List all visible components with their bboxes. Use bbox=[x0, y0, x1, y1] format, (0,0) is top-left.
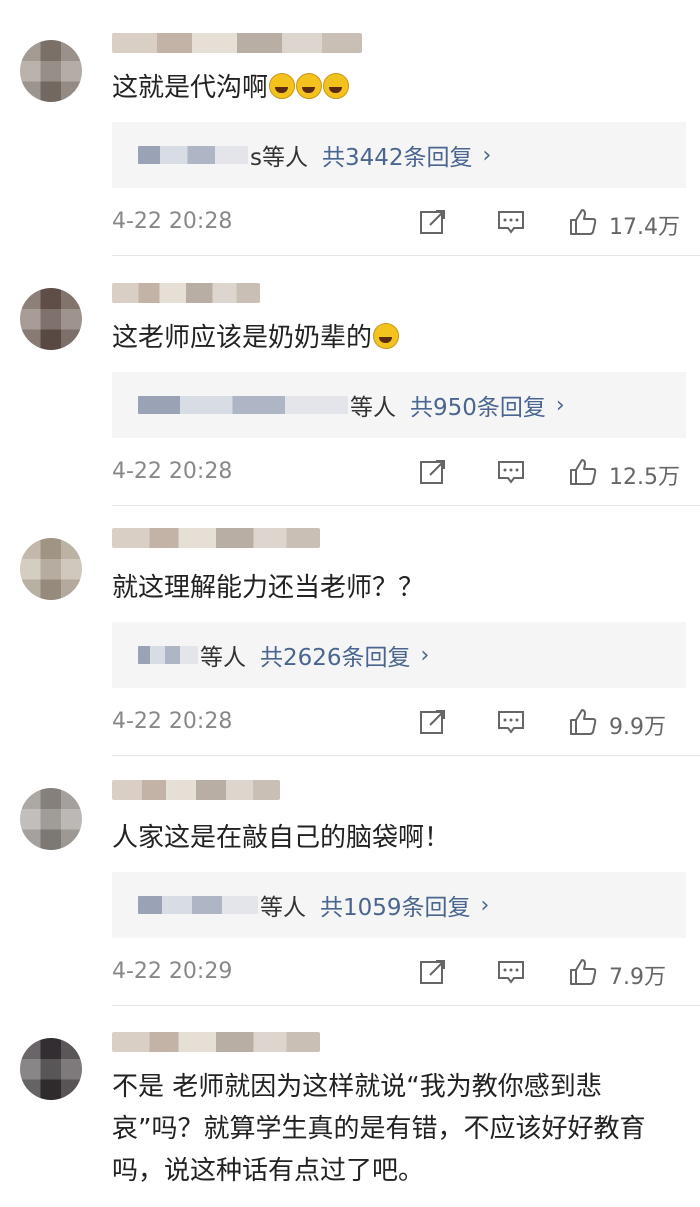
share-icon[interactable] bbox=[418, 207, 448, 237]
laughing-tears-emoji-icon bbox=[323, 73, 350, 99]
comment-meta: 4-22 20:29 7.9万 bbox=[112, 955, 686, 991]
reply-count-link[interactable]: 共950条回复 bbox=[410, 388, 546, 422]
chevron-right-icon: › bbox=[482, 142, 492, 168]
comment-feed: 这就是代沟啊 s等人 共3442条回复 › 4-22 20:28 17.4万 这… bbox=[0, 0, 700, 1207]
avatar[interactable] bbox=[20, 40, 82, 102]
share-icon[interactable] bbox=[418, 707, 448, 737]
timestamp: 4-22 20:29 bbox=[112, 959, 233, 984]
replier-names-blurred bbox=[138, 896, 258, 914]
timestamp: 4-22 20:28 bbox=[112, 709, 233, 734]
like-count: 9.9万 bbox=[609, 715, 666, 740]
avatar[interactable] bbox=[20, 538, 82, 600]
comment-meta: 4-22 20:28 17.4万 bbox=[112, 205, 686, 241]
replier-names-blurred bbox=[138, 146, 248, 164]
comment-text: 这就是代沟啊 bbox=[112, 67, 350, 109]
laughing-tears-emoji-icon bbox=[373, 323, 400, 349]
avatar[interactable] bbox=[20, 288, 82, 350]
reply-count-link[interactable]: 共3442条回复 bbox=[322, 138, 473, 172]
like-icon[interactable] bbox=[568, 457, 598, 487]
comment-meta: 4-22 20:28 12.5万 bbox=[112, 455, 686, 491]
like-icon[interactable] bbox=[568, 207, 598, 237]
divider bbox=[112, 1005, 700, 1006]
divider bbox=[112, 755, 700, 756]
like-count: 12.5万 bbox=[609, 465, 680, 490]
reply-icon[interactable] bbox=[496, 707, 526, 737]
comment-text: 就这理解能力还当老师？？ bbox=[112, 573, 425, 603]
reply-people: 等人 bbox=[200, 645, 246, 671]
username-blurred[interactable] bbox=[112, 33, 362, 53]
like-icon[interactable] bbox=[568, 957, 598, 987]
divider bbox=[112, 505, 700, 506]
comment-text: 人家这是在敲自己的脑袋啊！ bbox=[112, 823, 451, 853]
chevron-right-icon: › bbox=[555, 392, 565, 418]
reply-people: s等人 bbox=[250, 145, 308, 171]
reply-summary[interactable]: 等人 共1059条回复 › bbox=[112, 872, 686, 938]
reply-people: 等人 bbox=[260, 895, 306, 921]
reply-icon[interactable] bbox=[496, 207, 526, 237]
avatar[interactable] bbox=[20, 788, 82, 850]
reply-summary[interactable]: s等人 共3442条回复 › bbox=[112, 122, 686, 188]
comment-text: 这老师应该是奶奶辈的 bbox=[112, 317, 400, 359]
reply-count-link[interactable]: 共1059条回复 bbox=[320, 888, 471, 922]
reply-summary[interactable]: 等人 共2626条回复 › bbox=[112, 622, 686, 688]
share-icon[interactable] bbox=[418, 457, 448, 487]
like-count: 17.4万 bbox=[609, 215, 680, 240]
laughing-tears-emoji-icon bbox=[296, 73, 323, 99]
reply-summary[interactable]: 等人 共950条回复 › bbox=[112, 372, 686, 438]
like-count: 7.9万 bbox=[609, 965, 666, 990]
share-icon[interactable] bbox=[418, 957, 448, 987]
divider bbox=[112, 255, 700, 256]
reply-count-link[interactable]: 共2626条回复 bbox=[260, 638, 411, 672]
reply-people: 等人 bbox=[350, 395, 396, 421]
chevron-right-icon: › bbox=[420, 642, 430, 668]
username-blurred[interactable] bbox=[112, 283, 260, 303]
reply-icon[interactable] bbox=[496, 457, 526, 487]
username-blurred[interactable] bbox=[112, 528, 320, 548]
timestamp: 4-22 20:28 bbox=[112, 209, 233, 234]
laughing-tears-emoji-icon bbox=[269, 73, 296, 99]
username-blurred[interactable] bbox=[112, 780, 280, 800]
replier-names-blurred bbox=[138, 396, 348, 414]
like-icon[interactable] bbox=[568, 707, 598, 737]
username-blurred[interactable] bbox=[112, 1032, 320, 1052]
reply-icon[interactable] bbox=[496, 957, 526, 987]
avatar[interactable] bbox=[20, 1038, 82, 1100]
replier-names-blurred bbox=[138, 646, 198, 664]
timestamp: 4-22 20:28 bbox=[112, 459, 233, 484]
chevron-right-icon: › bbox=[480, 892, 490, 918]
comment-text: 不是 老师就因为这样就说“我为教你感到悲哀”吗？就算学生真的是有错，不应该好好教… bbox=[112, 1072, 646, 1186]
comment-meta: 4-22 20:28 9.9万 bbox=[112, 705, 686, 741]
